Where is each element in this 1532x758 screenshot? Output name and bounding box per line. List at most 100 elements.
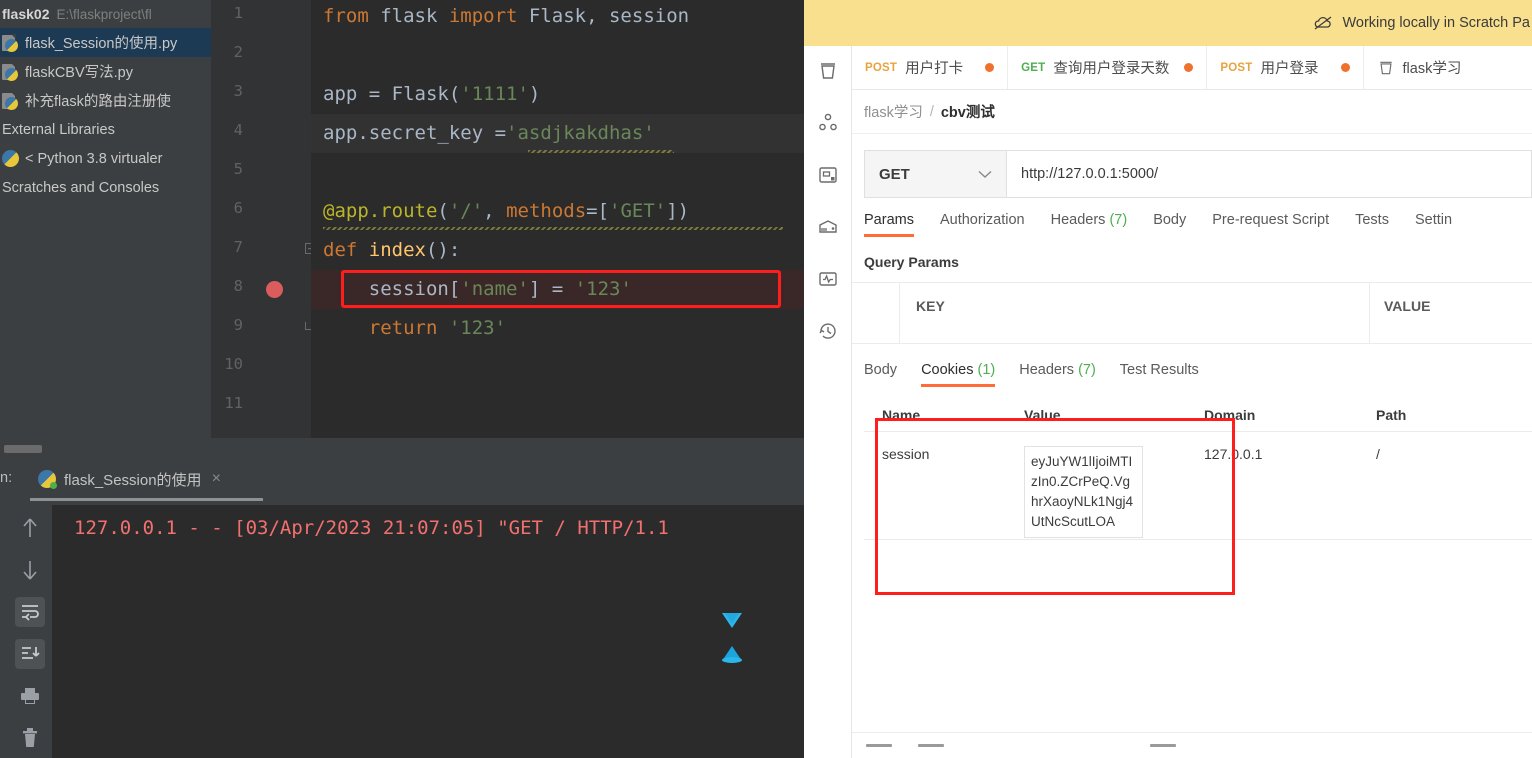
line-number: 2 [233,43,243,61]
method-select[interactable]: GET [865,151,1007,197]
code-line-6: @app.route('/', methods=['GET']) [323,200,690,222]
tab-tests[interactable]: Tests [1355,212,1389,237]
run-tab[interactable]: flask_Session的使用 × [30,463,229,495]
response-section-tabs[interactable]: Body Cookies (1) Headers (7) Test Result… [864,362,1199,387]
tree-item-python-interpreter[interactable]: < Python 3.8 virtualer [0,144,211,173]
resp-tab-body[interactable]: Body [864,362,897,387]
inspection-squiggle [528,150,674,153]
request-tab-bar[interactable]: POST 用户打卡 GET 查询用户登录天数 POST 用户登录 flask学习 [852,46,1532,90]
soft-wrap-icon[interactable] [15,597,45,627]
down-arrow-icon[interactable] [15,555,45,585]
tab-headers-count: (7) [1109,212,1128,228]
mock-servers-icon[interactable] [815,214,841,240]
postman-sidebar[interactable] [804,46,852,758]
trash-icon[interactable] [15,723,45,753]
line-number: 9 [233,316,243,334]
banner-text: Working locally in Scratch Pa [1342,15,1530,31]
request-tab-denglu[interactable]: POST 用户登录 [1207,46,1364,89]
query-params-empty-row[interactable] [852,328,1532,344]
tab-body[interactable]: Body [1153,212,1186,237]
tree-item-external-libraries[interactable]: External Libraries [0,115,211,144]
line-number: 6 [233,199,243,217]
checkbox-cell [852,328,900,344]
droplet-icon [720,611,744,629]
scratch-pad-banner: Working locally in Scratch Pa [804,0,1532,46]
line-number: 5 [233,160,243,178]
url-bar[interactable]: GET http://127.0.0.1:5000/ [864,150,1532,198]
tree-item-flaskcbv[interactable]: flaskCBV写法.py [0,57,211,86]
code-area[interactable]: from flask import Flask, session app = F… [311,0,804,438]
horizontal-scrollbar[interactable] [4,445,42,453]
resp-tab-test-results[interactable]: Test Results [1120,362,1199,387]
query-params-table[interactable]: KEY VALUE [852,282,1532,344]
monitors-icon[interactable] [815,266,841,292]
status-bar [852,732,1532,758]
code-line-7: def index(): [323,239,461,261]
console-output-area[interactable]: 127.0.0.1 - - [03/Apr/2023 21:07:05] "GE… [52,505,804,758]
request-tab-daka[interactable]: POST 用户打卡 [852,46,1009,89]
breadcrumb-parent[interactable]: flask学习 [864,101,923,122]
request-tab-chaxun[interactable]: GET 查询用户登录天数 [1008,46,1208,89]
breadcrumb-separator: / [929,103,934,120]
project-tree[interactable]: flask_Session的使用.py flaskCBV写法.py 补充flas… [0,28,211,438]
status-stub-icon [1150,744,1176,747]
tab-pre-request-script[interactable]: Pre-request Script [1212,212,1329,237]
breadcrumb[interactable]: flask学习 / cbv测试 [852,90,1532,134]
key-input[interactable] [900,328,1370,344]
tab-settings[interactable]: Settin [1415,212,1452,237]
chevron-down-icon [978,170,992,179]
tree-item-label: Scratches and Consoles [2,179,160,196]
tree-item-label: External Libraries [2,121,115,138]
console-toolbar[interactable] [8,505,52,758]
resp-tab-headers[interactable]: Headers (7) [1019,362,1096,387]
resp-tab-headers-count: (7) [1078,362,1096,378]
tab-params[interactable]: Params [864,212,914,237]
droplet-icon [720,645,744,663]
url-input[interactable]: http://127.0.0.1:5000/ [1007,151,1531,197]
apis-icon[interactable] [815,110,841,136]
tree-item-scratches[interactable]: Scratches and Consoles [0,173,211,202]
environments-icon[interactable] [815,162,841,188]
panel-splitter[interactable] [0,438,804,460]
resp-tab-cookies[interactable]: Cookies (1) [921,362,996,387]
table-row[interactable]: session eyJuYW1lIjoiMTIzIn0.ZCrPeQ.VghrX… [864,432,1532,540]
cookie-value[interactable]: eyJuYW1lIjoiMTIzIn0.ZCrPeQ.VghrXaoyNLk1N… [1024,446,1143,538]
run-console-panel: n: flask_Session的使用 × 127.0.0.1 - - [03/… [0,460,804,758]
cookie-value-cell: eyJuYW1lIjoiMTIzIn0.ZCrPeQ.VghrXaoyNLk1N… [1024,446,1204,539]
project-header: flask02 E:\flaskproject\fl [0,0,211,28]
code-line-1: from flask import Flask, session [323,5,690,27]
request-tab-collection[interactable]: flask学习 [1364,46,1475,89]
code-editor[interactable]: 1 2 3 4 5 6 7 8 9 10 11 – from flask imp… [211,0,912,438]
line-number: 10 [224,355,243,373]
request-section-tabs[interactable]: Params Authorization Headers (7) Body Pr… [864,212,1532,246]
run-tab-title: flask_Session的使用 [64,471,202,489]
close-icon[interactable]: × [212,470,221,488]
breadcrumb-current: cbv测试 [940,105,995,121]
tab-name: flask学习 [1402,61,1462,77]
history-icon[interactable] [815,318,841,344]
line-number: 4 [233,121,243,139]
run-panel-label: n: [0,470,13,486]
breakpoint-marker[interactable] [266,281,283,298]
tab-authorization[interactable]: Authorization [940,212,1025,237]
inspection-squiggle [323,227,783,230]
checkbox-column [852,283,900,328]
line-number: 8 [233,277,243,295]
tree-item-flask-route[interactable]: 补充flask的路由注册使 [0,86,211,115]
collection-icon [1377,59,1395,77]
up-arrow-icon[interactable] [15,513,45,543]
status-stub-icon [918,744,944,747]
editor-gutter[interactable]: 1 2 3 4 5 6 7 8 9 10 11 – [211,0,316,438]
resp-tab-headers-label: Headers [1019,362,1075,378]
tree-item-label: 补充flask的路由注册使 [25,94,171,110]
tab-headers[interactable]: Headers (7) [1051,212,1128,237]
collections-icon[interactable] [815,58,841,84]
line-number: 7 [233,238,243,256]
scroll-to-end-icon[interactable] [15,639,45,669]
print-icon[interactable] [15,681,45,711]
tree-item-label: flaskCBV写法.py [25,65,133,81]
cookies-header-row: Name Value Domain Path [864,398,1532,432]
tree-item-flask-session[interactable]: flask_Session的使用.py [0,28,211,57]
python-run-icon [38,470,57,489]
